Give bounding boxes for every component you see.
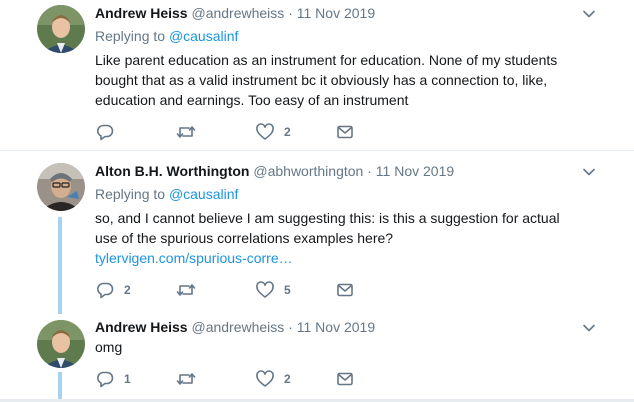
separator: · — [288, 5, 293, 21]
tweet-text: Like parent education as an instrument f… — [95, 52, 558, 108]
like-button[interactable]: 2 — [255, 122, 291, 142]
tweet[interactable]: Alton B.H. Worthington @abhworthington ·… — [0, 151, 634, 311]
thread-connector — [58, 217, 62, 314]
tweet-date[interactable]: 11 Nov 2019 — [297, 319, 375, 335]
reply-button[interactable] — [95, 122, 124, 142]
author-name[interactable]: Andrew Heiss — [95, 5, 188, 21]
reply-button[interactable]: 1 — [95, 369, 131, 389]
tweet-text-content: so, and I cannot believe I am suggesting… — [95, 210, 560, 246]
replying-to-link[interactable]: @causalinf — [169, 28, 238, 44]
tweet-text: so, and I cannot believe I am suggesting… — [95, 208, 585, 268]
replying-to: Replying to @causalinf — [95, 185, 238, 203]
like-count: 2 — [284, 372, 291, 386]
reply-icon — [97, 371, 114, 388]
retweet-icon — [176, 373, 196, 385]
chevron-down-icon[interactable] — [582, 7, 596, 21]
avatar[interactable] — [37, 163, 85, 211]
tweet[interactable]: Andrew Heiss @andrewheiss · 11 Nov 2019 … — [0, 0, 634, 150]
envelope-icon — [337, 283, 353, 297]
reply-count: 1 — [124, 372, 131, 386]
retweet-button[interactable] — [175, 122, 206, 142]
heart-icon — [256, 370, 274, 387]
avatar[interactable] — [37, 5, 85, 53]
like-button[interactable]: 5 — [255, 280, 291, 300]
dm-button[interactable] — [335, 122, 355, 142]
retweet-icon — [176, 126, 196, 138]
like-count: 2 — [284, 125, 291, 139]
envelope-icon — [337, 372, 353, 386]
tweet-date[interactable]: 11 Nov 2019 — [376, 163, 454, 179]
heart-icon — [256, 281, 274, 298]
separator: · — [288, 319, 293, 335]
avatar[interactable] — [37, 320, 85, 368]
separator: · — [367, 163, 372, 179]
replying-to-label: Replying to — [95, 28, 166, 44]
tweet-text: omg — [95, 339, 123, 355]
chevron-down-icon[interactable] — [582, 321, 596, 335]
like-count: 5 — [284, 283, 291, 297]
author-handle[interactable]: @andrewheiss — [191, 5, 284, 21]
reply-button[interactable]: 2 — [95, 280, 131, 300]
retweet-button[interactable] — [175, 369, 206, 389]
reply-icon — [97, 282, 114, 299]
author-name[interactable]: Alton B.H. Worthington — [95, 163, 249, 179]
reply-icon — [97, 124, 114, 141]
envelope-icon — [337, 125, 353, 139]
dm-button[interactable] — [335, 369, 355, 389]
author-handle[interactable]: @abhworthington — [253, 163, 363, 179]
chevron-down-icon[interactable] — [582, 165, 596, 179]
tweet-link[interactable]: tylervigen.com/spurious-corre… — [95, 250, 293, 266]
tweet-date[interactable]: 11 Nov 2019 — [297, 5, 375, 21]
retweet-button[interactable] — [175, 280, 206, 300]
dm-button[interactable] — [335, 280, 355, 300]
reply-count: 2 — [124, 283, 131, 297]
like-button[interactable]: 2 — [255, 369, 291, 389]
replying-to-label: Replying to — [95, 186, 166, 202]
tweet[interactable]: Andrew Heiss @andrewheiss · 11 Nov 2019 … — [0, 311, 634, 402]
retweet-icon — [176, 284, 196, 296]
replying-to: Replying to @causalinf — [95, 27, 238, 45]
replying-to-link[interactable]: @causalinf — [169, 186, 238, 202]
heart-icon — [256, 123, 274, 140]
author-handle[interactable]: @andrewheiss — [191, 319, 284, 335]
thread-connector — [58, 372, 62, 402]
author-name[interactable]: Andrew Heiss — [95, 319, 188, 335]
